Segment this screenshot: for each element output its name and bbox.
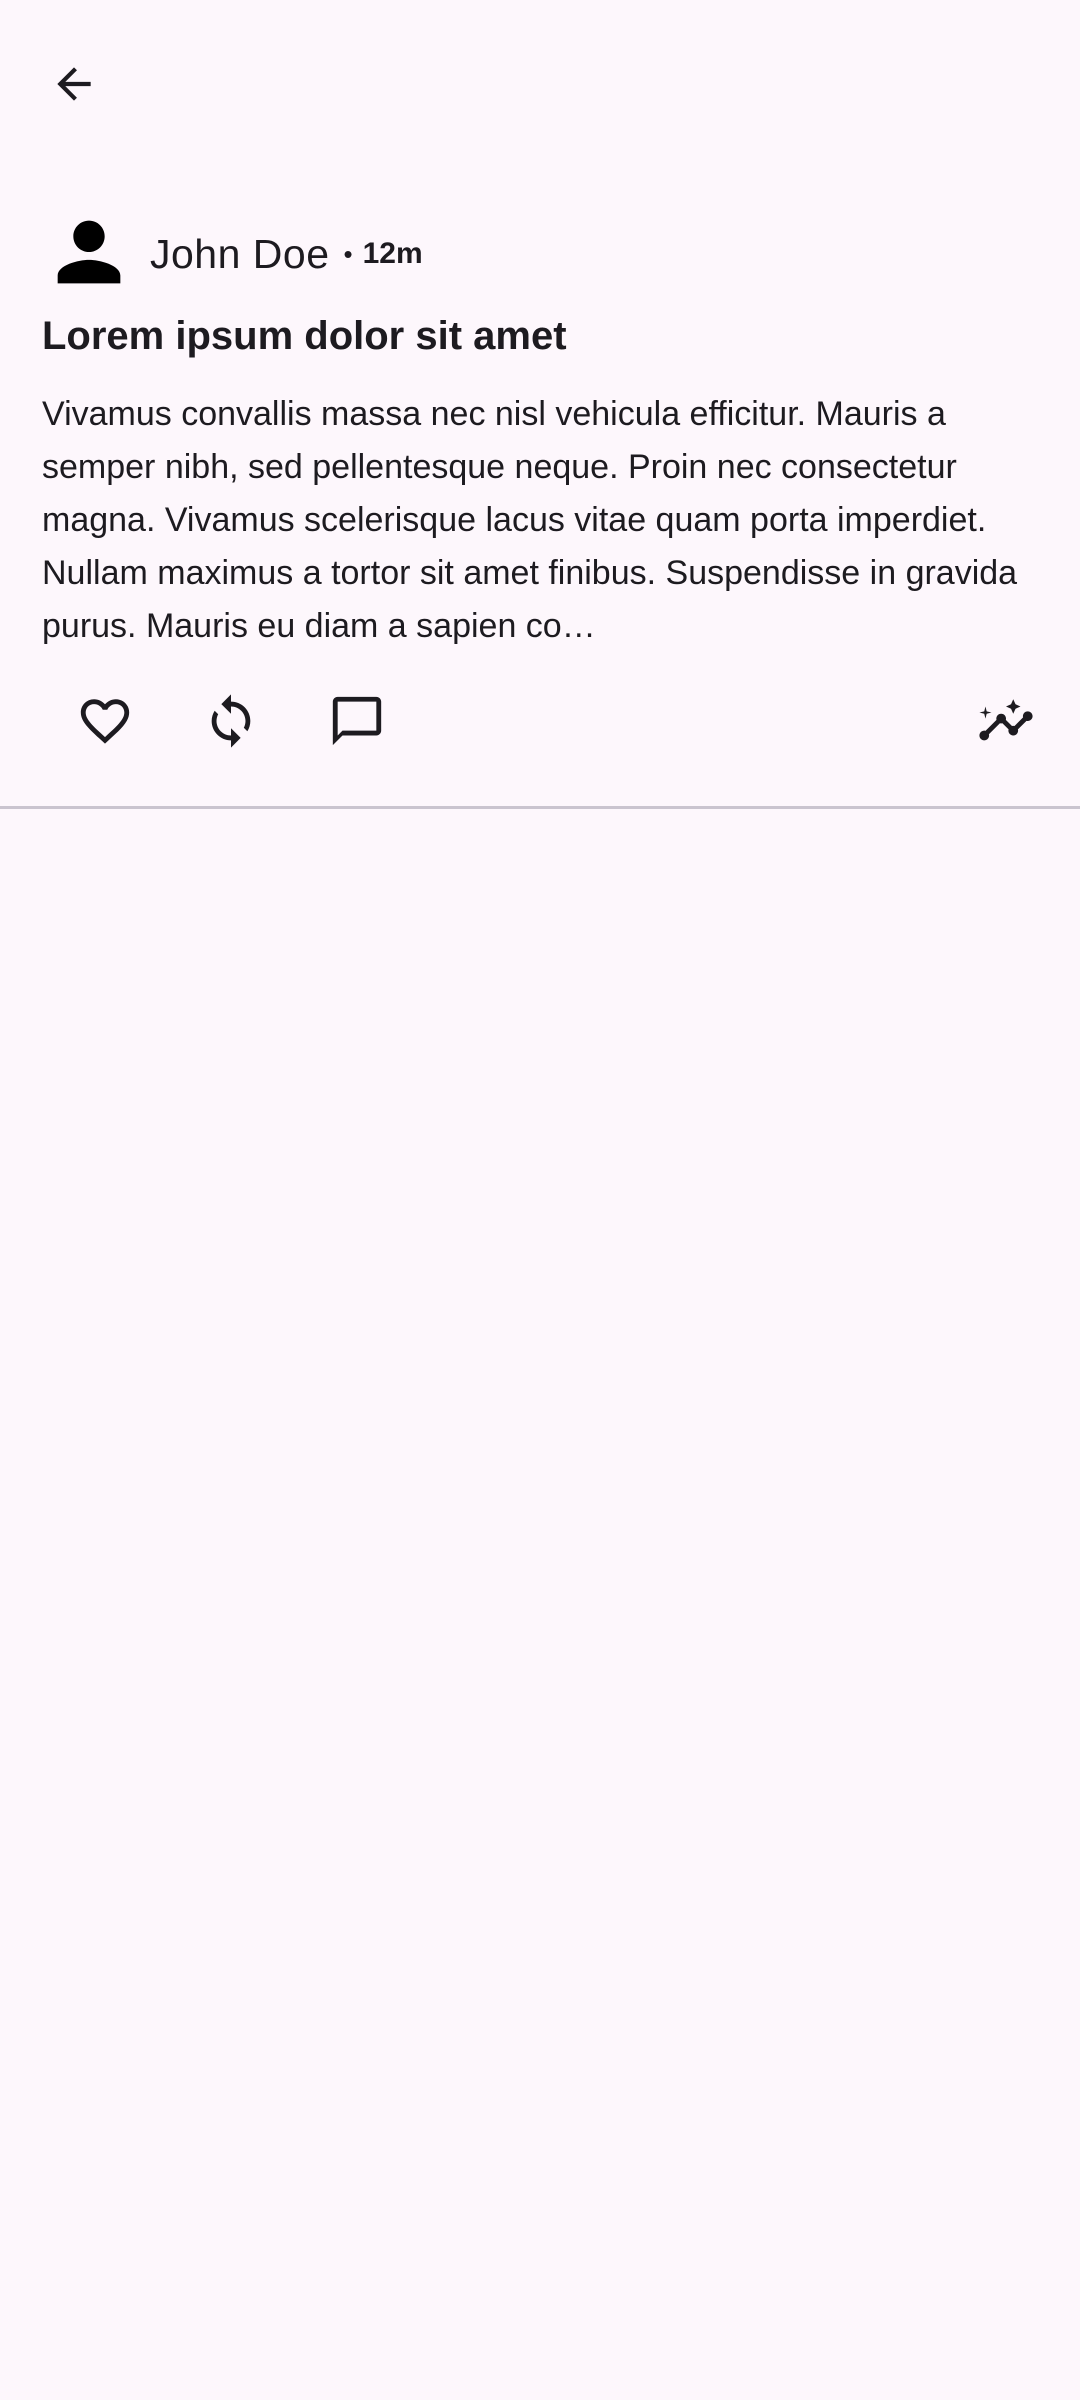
top-app-bar (0, 0, 1080, 168)
person-icon (42, 205, 136, 304)
author-name[interactable]: John Doe (150, 231, 330, 278)
insights-icon (977, 692, 1035, 755)
post-actions (0, 668, 1080, 778)
separator-dot: • (343, 238, 353, 269)
back-button[interactable] (32, 44, 116, 128)
arrow-back-icon (49, 59, 99, 114)
comment-button[interactable] (307, 668, 407, 778)
post-body: Vivamus convallis massa nec nisl vehicul… (42, 395, 1018, 645)
post-card[interactable]: John Doe • 12m Lorem ipsum dolor sit ame… (0, 168, 1080, 809)
insights-button[interactable] (956, 668, 1056, 778)
avatar[interactable] (42, 207, 136, 301)
like-button[interactable] (55, 668, 155, 778)
sync-icon (202, 692, 260, 755)
post-time: 12m (362, 237, 423, 270)
heart-outline-icon (76, 692, 134, 755)
post-title: Lorem ipsum dolor sit amet (42, 314, 567, 358)
chat-bubble-outline-icon (328, 692, 386, 755)
author-row: John Doe • 12m (42, 198, 423, 310)
repost-button[interactable] (181, 668, 281, 778)
